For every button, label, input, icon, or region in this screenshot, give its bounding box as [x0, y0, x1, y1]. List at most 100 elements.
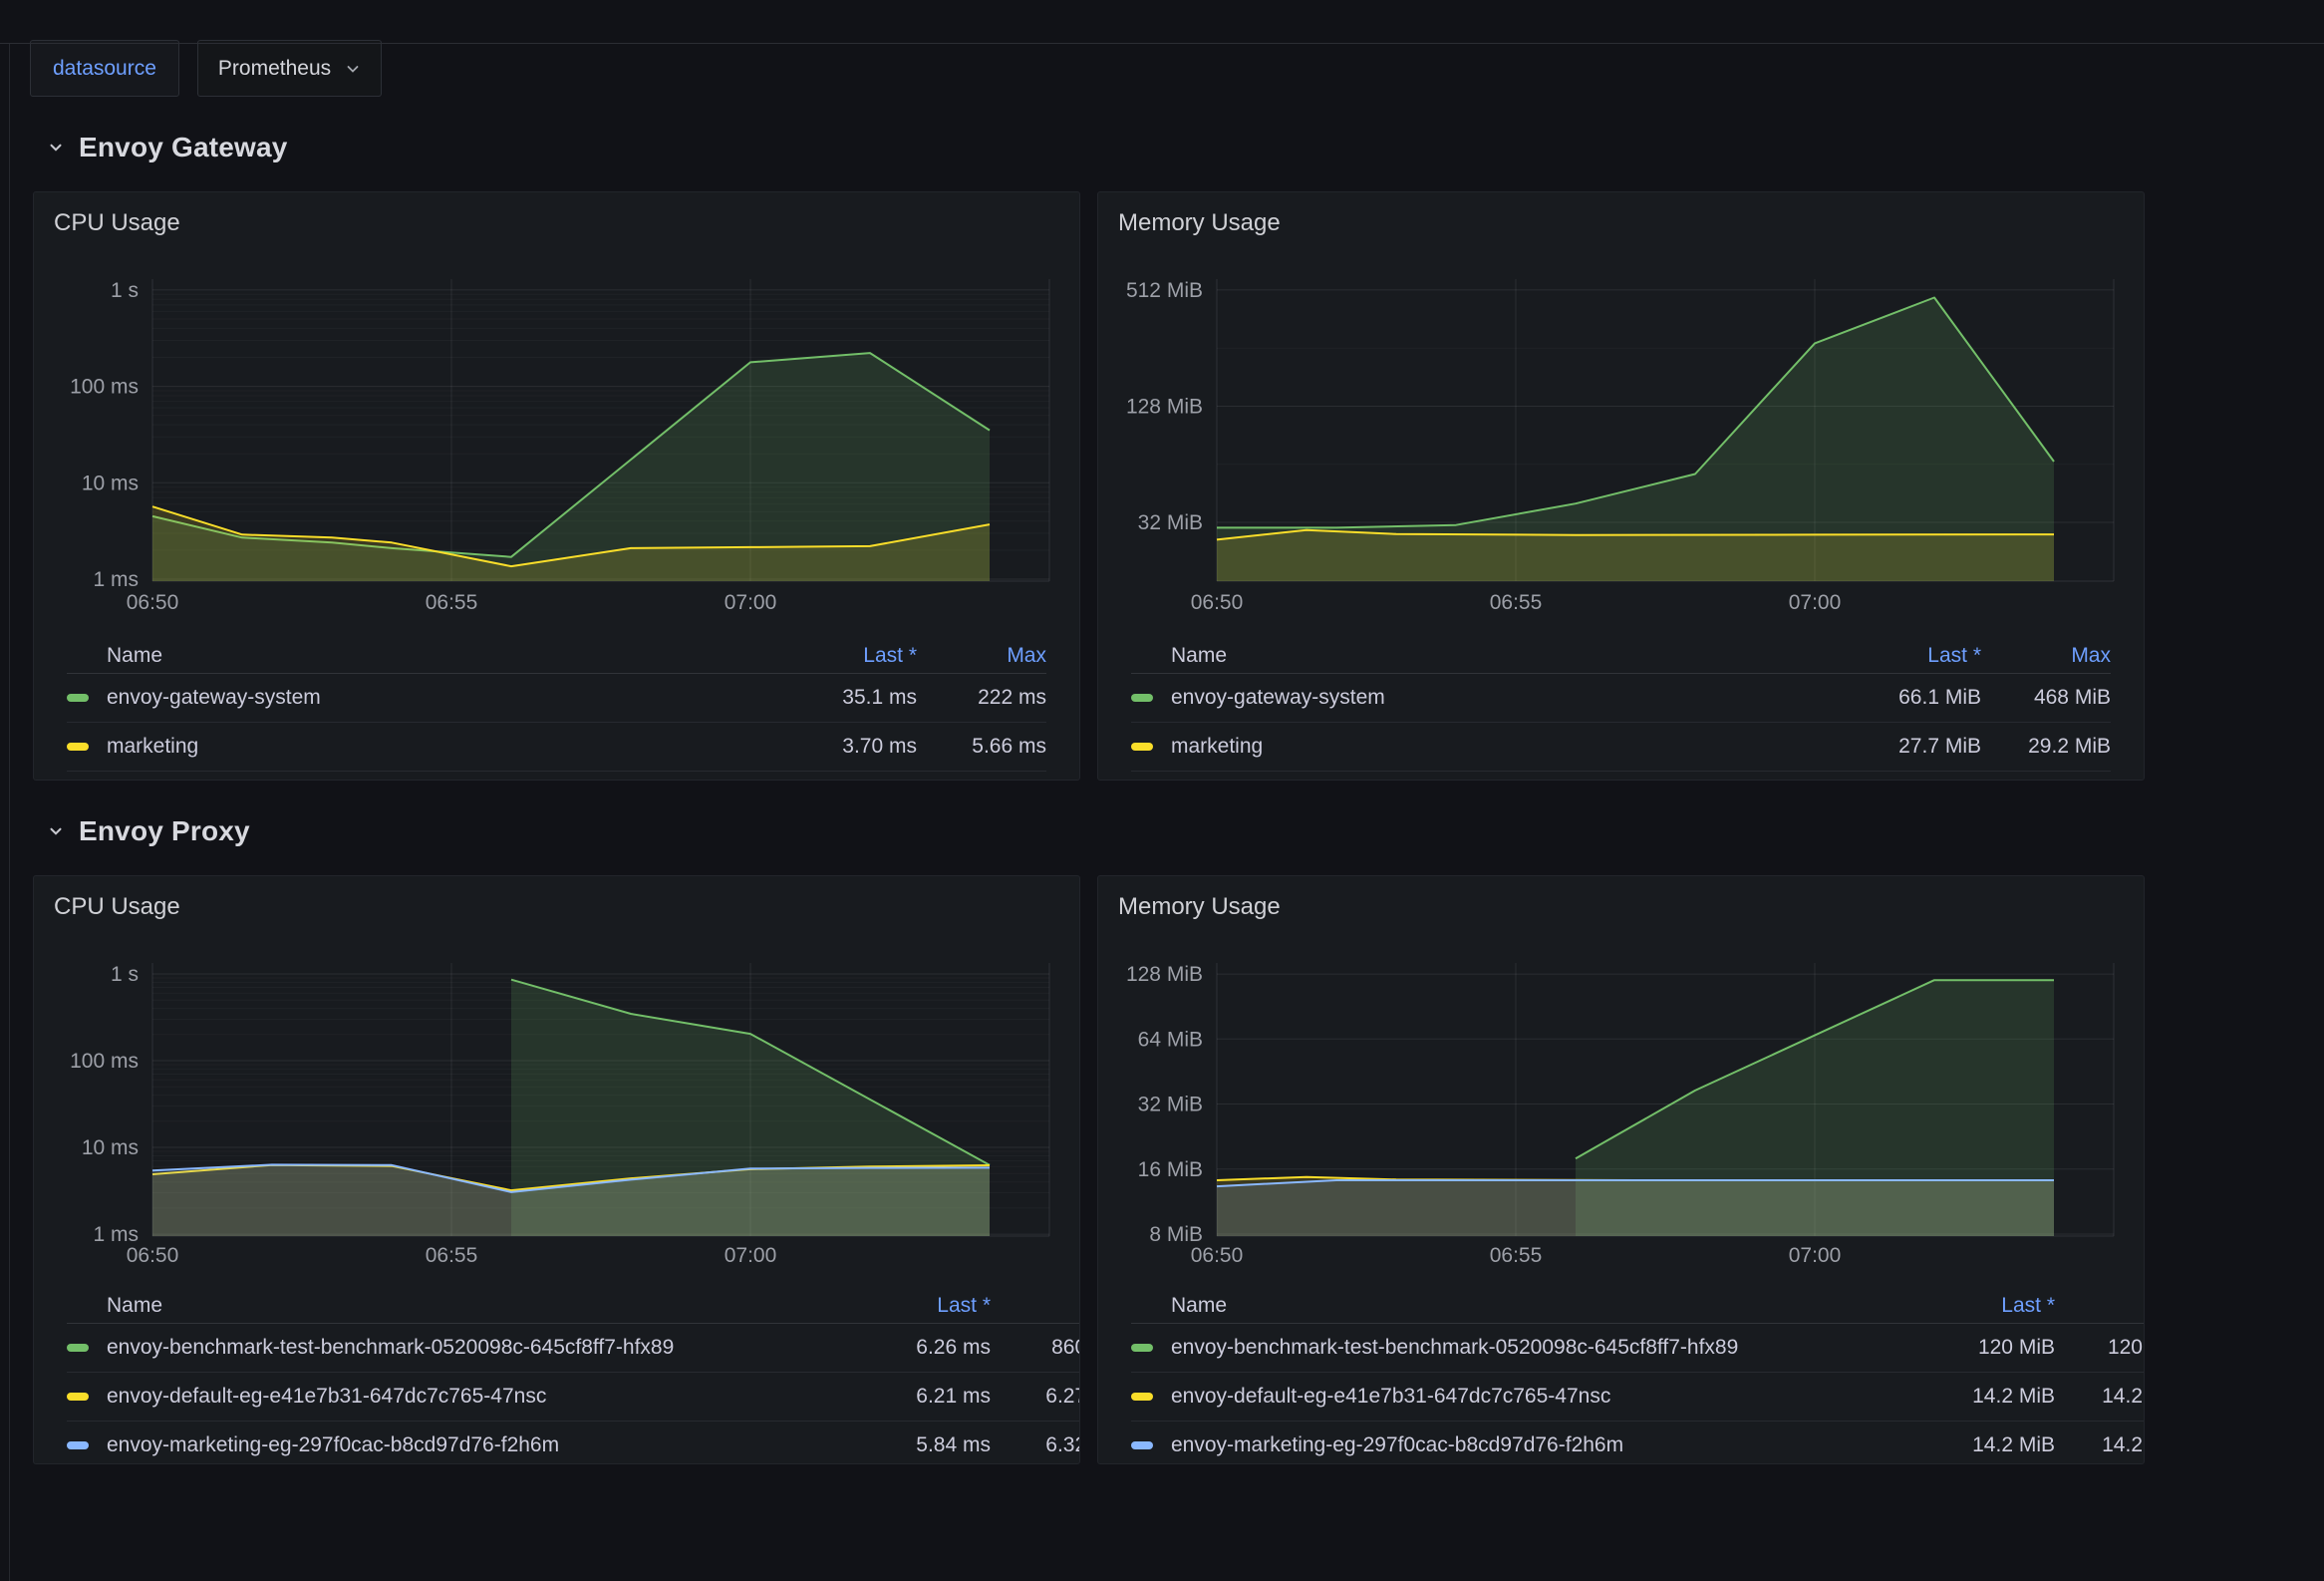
series-color-pill[interactable]	[67, 694, 89, 702]
legend-row[interactable]: envoy-marketing-eg-297f0cac-b8cd97d76-f2…	[67, 1422, 1080, 1464]
legend-header-name[interactable]: Name	[107, 1294, 821, 1318]
legend-row[interactable]: marketing3.70 ms5.66 ms	[67, 723, 1046, 772]
legend-row[interactable]: envoy-gateway-system66.1 MiB468 MiB	[1131, 674, 2111, 723]
series-color-pill[interactable]	[1131, 1393, 1153, 1401]
panel-title[interactable]: CPU Usage	[54, 893, 180, 921]
x-axis-tick-label: 06:50	[127, 591, 179, 614]
legend-header-last[interactable]: Last *	[747, 644, 917, 668]
x-axis-tick-label: 06:55	[1490, 1244, 1543, 1267]
legend-table: NameLast *Maxenvoy-gateway-system35.1 ms…	[67, 639, 1046, 772]
legend-header-max[interactable]: Max	[2055, 1294, 2145, 1318]
legend-max-value: 860 ms	[991, 1336, 1080, 1360]
legend-row[interactable]: envoy-default-eg-e41e7b31-647dc7c765-47n…	[1131, 1373, 2145, 1422]
window-top-edge	[0, 43, 2324, 44]
y-axis-tick-label: 64 MiB	[1138, 1028, 1203, 1051]
legend-series-name[interactable]: envoy-marketing-eg-297f0cac-b8cd97d76-f2…	[107, 1433, 821, 1457]
datasource-variable-label[interactable]: datasource	[30, 40, 179, 97]
section-header-envoy-gateway[interactable]: Envoy Gateway	[47, 131, 2324, 164]
time-series-chart[interactable]: 1 s100 ms10 ms1 ms06:5006:5507:00	[34, 936, 1080, 1275]
time-series-chart[interactable]: 512 MiB128 MiB32 MiB06:5006:5507:00	[1098, 252, 2145, 631]
series-color-pill[interactable]	[67, 1393, 89, 1401]
legend-table: NameLast *Max envoy-benchmark-test-benchm…	[67, 1289, 1080, 1464]
dashboard: datasource Prometheus Envoy Gateway CPU U…	[0, 40, 2324, 1464]
legend-header: NameLast *Max	[1131, 639, 2111, 674]
section-title: Envoy Proxy	[79, 815, 250, 847]
x-axis-tick-label: 06:50	[127, 1244, 179, 1267]
legend-table: NameLast *Maxenvoy-gateway-system66.1 Mi…	[1131, 639, 2111, 772]
legend-last-value: 6.26 ms	[821, 1336, 991, 1360]
legend-series-name[interactable]: envoy-benchmark-test-benchmark-0520098c-…	[107, 1336, 821, 1360]
legend-row[interactable]: envoy-gateway-system35.1 ms222 ms	[67, 674, 1046, 723]
legend-header-last[interactable]: Last *	[821, 1294, 991, 1318]
variables-toolbar: datasource Prometheus	[30, 40, 2324, 97]
legend-series-name[interactable]: envoy-benchmark-test-benchmark-0520098c-…	[1171, 1336, 1886, 1360]
legend-row[interactable]: envoy-default-eg-e41e7b31-647dc7c765-47n…	[67, 1373, 1080, 1422]
y-axis-tick-label: 100 ms	[70, 1050, 139, 1073]
x-axis-tick-label: 07:00	[1789, 591, 1842, 614]
series-color-pill[interactable]	[1131, 1441, 1153, 1449]
y-axis-tick-label: 100 ms	[70, 376, 139, 399]
legend-header-name[interactable]: Name	[1171, 1294, 1886, 1318]
legend-series-name[interactable]: envoy-marketing-eg-297f0cac-b8cd97d76-f2…	[1171, 1433, 1886, 1457]
legend-row[interactable]: envoy-benchmark-test-benchmark-0520098c-…	[1131, 1324, 2145, 1373]
y-axis-tick-label: 32 MiB	[1138, 511, 1203, 534]
legend-row[interactable]: envoy-benchmark-test-benchmark-0520098c-…	[67, 1324, 1080, 1373]
legend-series-name[interactable]: envoy-default-eg-e41e7b31-647dc7c765-47n…	[1171, 1385, 1886, 1409]
series-color-pill[interactable]	[67, 1344, 89, 1352]
panel-cpu-usage: CPU Usage1 s100 ms10 ms1 ms06:5006:5507:…	[33, 191, 1080, 781]
datasource-dropdown-value: Prometheus	[218, 41, 331, 96]
series-color-pill[interactable]	[67, 743, 89, 751]
series-fill	[1217, 1180, 2054, 1236]
legend-row[interactable]: envoy-marketing-eg-297f0cac-b8cd97d76-f2…	[1131, 1422, 2145, 1464]
x-axis-tick-label: 06:55	[426, 591, 478, 614]
x-axis-tick-label: 06:55	[1490, 591, 1543, 614]
legend-series-name[interactable]: envoy-default-eg-e41e7b31-647dc7c765-47n…	[107, 1385, 821, 1409]
legend-table: NameLast *Max envoy-benchmark-test-benchm…	[1131, 1289, 2145, 1464]
x-axis-tick-label: 06:50	[1191, 1244, 1244, 1267]
y-axis-tick-label: 1 ms	[93, 1223, 139, 1246]
y-axis-tick-label: 8 MiB	[1149, 1223, 1203, 1246]
legend-last-value: 14.2 MiB	[1886, 1433, 2055, 1457]
legend-series-name[interactable]: envoy-gateway-system	[1171, 686, 1812, 710]
series-color-pill[interactable]	[1131, 743, 1153, 751]
legend-last-value: 120 MiB	[1886, 1336, 2055, 1360]
section-header-envoy-proxy[interactable]: Envoy Proxy	[47, 814, 2324, 848]
panel-title[interactable]: CPU Usage	[54, 209, 180, 237]
y-axis-tick-label: 10 ms	[82, 1136, 139, 1159]
legend-series-name[interactable]: marketing	[107, 735, 747, 759]
legend-series-name[interactable]: envoy-gateway-system	[107, 686, 747, 710]
datasource-dropdown[interactable]: Prometheus	[197, 40, 382, 97]
y-axis-tick-label: 1 s	[111, 963, 139, 986]
panel-title[interactable]: Memory Usage	[1118, 209, 1281, 237]
legend-header-spacer	[1131, 652, 1153, 660]
legend-header-max[interactable]: Max	[1981, 644, 2111, 668]
legend-header-name[interactable]: Name	[1171, 644, 1812, 668]
legend-header-name[interactable]: Name	[107, 644, 747, 668]
section-collapse-icon[interactable]	[47, 139, 65, 157]
series-color-pill[interactable]	[1131, 1344, 1153, 1352]
legend-header-spacer	[67, 1302, 89, 1310]
section-title: Envoy Gateway	[79, 132, 288, 163]
legend-row[interactable]: marketing27.7 MiB29.2 MiB	[1131, 723, 2111, 772]
legend-series-name[interactable]: marketing	[1171, 735, 1812, 759]
panel-row: CPU Usage1 s100 ms10 ms1 ms06:5006:5507:…	[33, 191, 2324, 781]
y-axis-tick-label: 512 MiB	[1126, 279, 1203, 302]
panel-title[interactable]: Memory Usage	[1118, 893, 1281, 921]
legend-header-max[interactable]: Max	[917, 644, 1046, 668]
series-color-pill[interactable]	[1131, 694, 1153, 702]
legend-header-last[interactable]: Last *	[1812, 644, 1981, 668]
x-axis-tick-label: 07:00	[725, 1244, 777, 1267]
series-color-pill[interactable]	[67, 1441, 89, 1449]
legend-header-max[interactable]: Max	[991, 1294, 1080, 1318]
legend-header-last[interactable]: Last *	[1886, 1294, 2055, 1318]
y-axis-tick-label: 1 s	[111, 279, 139, 302]
legend-last-value: 6.21 ms	[821, 1385, 991, 1409]
legend-header: NameLast *Max	[67, 639, 1046, 674]
time-series-chart[interactable]: 1 s100 ms10 ms1 ms06:5006:5507:00	[34, 252, 1080, 631]
section-collapse-icon[interactable]	[47, 822, 65, 840]
legend-last-value: 14.2 MiB	[1886, 1385, 2055, 1409]
legend-max-value: 6.32 ms	[991, 1433, 1080, 1457]
time-series-chart[interactable]: 128 MiB64 MiB32 MiB16 MiB8 MiB06:5006:55…	[1098, 936, 2145, 1275]
legend-last-value: 5.84 ms	[821, 1433, 991, 1457]
legend-last-value: 27.7 MiB	[1812, 735, 1981, 759]
